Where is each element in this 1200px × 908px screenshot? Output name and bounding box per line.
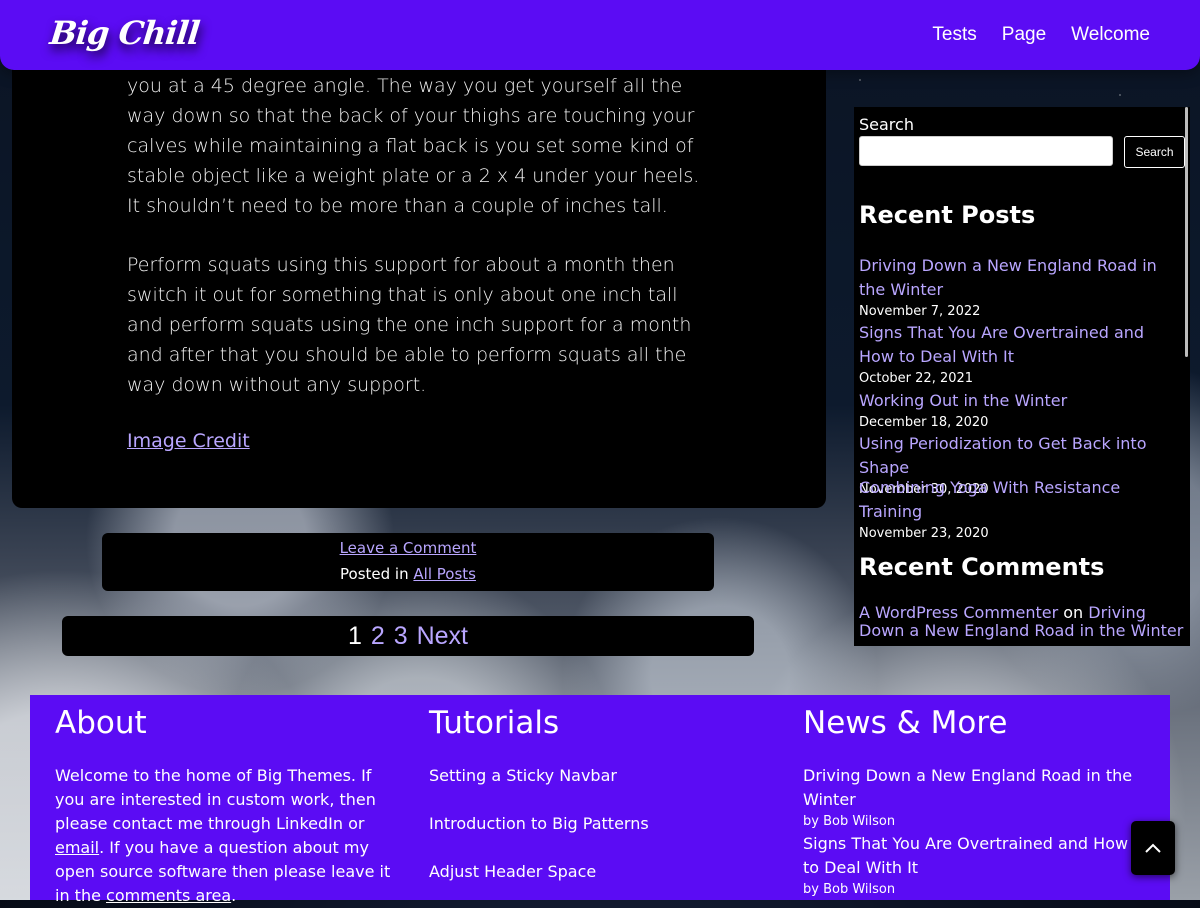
article-content: you at a 45 degree angle. The way you ge… xyxy=(12,40,826,508)
page-link-3[interactable]: 3 xyxy=(394,622,408,650)
search-label: Search xyxy=(859,115,914,134)
category-link[interactable]: All Posts xyxy=(413,565,476,583)
image-credit-link[interactable]: Image Credit xyxy=(127,430,250,452)
sidebar: Search Search Recent Posts Driving Down … xyxy=(854,107,1190,646)
nav-item-tests[interactable]: Tests xyxy=(932,24,976,46)
recent-comment: A WordPress Commenter on Driving Down a … xyxy=(859,604,1184,640)
pagination: 1 2 3 Next xyxy=(62,616,754,656)
article-paragraph: Perform squats using this support for ab… xyxy=(127,254,692,396)
search-input[interactable] xyxy=(859,136,1113,166)
posted-in-label: Posted in xyxy=(340,565,409,583)
search-button[interactable]: Search xyxy=(1124,136,1185,168)
site-header: Big Chill Tests Page Welcome xyxy=(0,0,1200,70)
list-item: Working Out in the Winter December 18, 2… xyxy=(859,389,1179,433)
article-paragraph: you at a 45 degree angle. The way you ge… xyxy=(127,75,700,217)
news-byline: by Bob Wilson xyxy=(803,882,896,897)
tutorial-link[interactable]: Adjust Header Space xyxy=(429,860,774,884)
page-link-2[interactable]: 2 xyxy=(371,622,385,650)
footer-tutorials-heading: Tutorials xyxy=(429,705,560,741)
news-list: Driving Down a New England Road in the W… xyxy=(803,764,1133,900)
news-link[interactable]: Signs That You Are Overtrained and How t… xyxy=(803,832,1133,880)
chevron-up-icon xyxy=(1145,843,1161,853)
post-meta: Leave a Comment Posted in All Posts xyxy=(102,533,714,591)
news-byline: by Bob Wilson xyxy=(803,814,896,829)
email-link[interactable]: email xyxy=(55,838,99,857)
post-date: October 22, 2021 xyxy=(859,371,974,386)
site-footer: About Welcome to the home of Big Themes.… xyxy=(30,695,1170,905)
recent-post-link[interactable]: Signs That You Are Overtrained and How t… xyxy=(859,321,1179,369)
footer-news-heading: News & More xyxy=(803,705,1008,741)
image-credit: Image Credit xyxy=(127,430,250,452)
post-date: November 23, 2020 xyxy=(859,526,989,541)
list-item: Combining Yoga With Resistance Training … xyxy=(859,476,1179,544)
list-item: Signs That You Are Overtrained and How t… xyxy=(859,321,1179,389)
about-text: Welcome to the home of Big Themes. If yo… xyxy=(55,764,400,908)
tutorial-link[interactable]: Introduction to Big Patterns xyxy=(429,812,774,836)
nav-item-welcome[interactable]: Welcome xyxy=(1071,24,1150,46)
news-link[interactable]: Driving Down a New England Road in the W… xyxy=(803,764,1133,812)
nav-item-page[interactable]: Page xyxy=(1002,24,1046,46)
comments-area-link[interactable]: comments area xyxy=(106,886,231,905)
tutorials-list: Setting a Sticky Navbar Introduction to … xyxy=(429,764,774,908)
about-text-part: Welcome to the home of Big Themes. If yo… xyxy=(55,766,376,833)
comment-on-text: on xyxy=(1063,603,1084,622)
list-item: Driving Down a New England Road in the W… xyxy=(859,254,1179,322)
recent-posts-heading: Recent Posts xyxy=(859,201,1036,229)
next-page-link[interactable]: Next xyxy=(417,622,468,650)
main-nav: Tests Page Welcome xyxy=(932,24,1150,46)
back-to-top-button[interactable] xyxy=(1131,821,1175,875)
about-text-part: . xyxy=(231,886,237,905)
footer-about-heading: About xyxy=(55,705,147,741)
page-current: 1 xyxy=(348,622,362,650)
recent-post-link[interactable]: Working Out in the Winter xyxy=(859,389,1179,413)
post-date: November 7, 2022 xyxy=(859,304,981,319)
site-logo[interactable]: Big Chill xyxy=(48,14,201,52)
post-date: December 18, 2020 xyxy=(859,415,989,430)
comment-author-link[interactable]: A WordPress Commenter xyxy=(859,603,1058,622)
recent-post-link[interactable]: Using Periodization to Get Back into Sha… xyxy=(859,432,1179,480)
recent-post-link[interactable]: Combining Yoga With Resistance Training xyxy=(859,476,1179,524)
leave-comment-link[interactable]: Leave a Comment xyxy=(340,539,477,557)
sidebar-scrollbar[interactable] xyxy=(1185,107,1188,357)
recent-post-link[interactable]: Driving Down a New England Road in the W… xyxy=(859,254,1179,302)
tutorial-link[interactable]: Setting a Sticky Navbar xyxy=(429,764,774,788)
recent-comments-heading: Recent Comments xyxy=(859,553,1105,581)
